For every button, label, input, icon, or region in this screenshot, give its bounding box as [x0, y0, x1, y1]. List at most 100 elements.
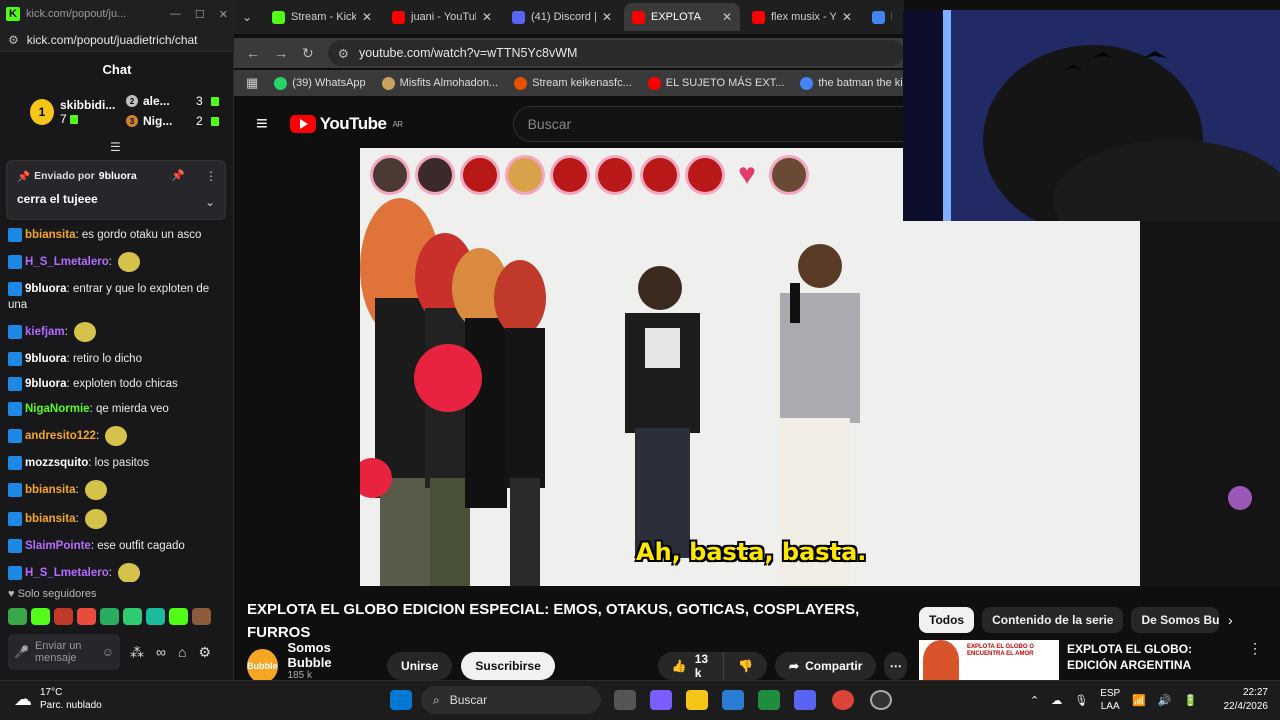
windows-start-icon[interactable]	[390, 690, 412, 710]
related-video[interactable]: EXPLOTA EL GLOBO O ENCUENTRA EL AMOR EXP…	[919, 640, 1264, 680]
channel-name[interactable]: Somos Bubble	[288, 640, 369, 670]
taskbar-clock[interactable]: 22:27 22/4/2026	[1216, 686, 1269, 714]
emote-icon[interactable]	[31, 608, 50, 625]
word-icon[interactable]	[722, 690, 744, 710]
channel-watermark-icon[interactable]	[1228, 486, 1252, 510]
maximize-icon[interactable]: ☐	[195, 8, 205, 21]
tray-overflow-icon[interactable]: ⌃	[1030, 694, 1039, 707]
chips-next-chevron-icon[interactable]: ›	[1228, 612, 1233, 628]
volume-icon[interactable]: 🔊	[1158, 694, 1172, 707]
dislike-button[interactable]: 👎	[723, 652, 768, 680]
chat-username[interactable]: bbiansita	[25, 513, 75, 525]
task-view-icon[interactable]	[614, 690, 636, 710]
minimize-icon[interactable]: —	[170, 8, 181, 20]
language-indicator[interactable]: ESP LAA	[1100, 687, 1120, 713]
emote-icon[interactable]	[123, 608, 142, 625]
emote-icon[interactable]	[54, 608, 73, 625]
users-icon[interactable]: ⁂	[130, 644, 144, 661]
bookmark-item[interactable]: Stream keikenasfc...	[514, 76, 632, 90]
excel-icon[interactable]	[758, 690, 780, 710]
emote-icon[interactable]	[146, 608, 165, 625]
chat-username[interactable]: SlaimPointe	[25, 540, 91, 552]
tab-close-icon[interactable]: ✕	[722, 10, 732, 24]
weather-widget[interactable]: ☁ 17°C Parc. nublado	[14, 686, 102, 712]
kick-address-bar[interactable]: ⚙ kick.com/popout/juadietrich/chat	[0, 28, 234, 52]
more-options-icon[interactable]: ⋮	[205, 169, 217, 183]
emote-icon[interactable]	[100, 608, 119, 625]
browser-tab[interactable]: (41) Discord | ✕	[504, 3, 620, 31]
chat-username[interactable]: 9bluora	[25, 283, 67, 295]
chat-username[interactable]: NigaNormie	[25, 403, 90, 415]
apps-grid-icon[interactable]: ▦	[246, 75, 258, 91]
hamburger-menu-icon[interactable]: ≡	[234, 113, 290, 136]
related-video-thumbnail[interactable]: EXPLOTA EL GLOBO O ENCUENTRA EL AMOR	[919, 640, 1059, 680]
unpin-icon[interactable]: 📌	[171, 169, 185, 182]
tab-close-icon[interactable]: ✕	[482, 10, 492, 24]
chat-username[interactable]: H_S_Lmetalero	[25, 256, 109, 268]
reload-icon[interactable]: ↻	[302, 45, 314, 62]
filter-chip[interactable]: Todos	[919, 607, 975, 633]
chat-username[interactable]: andresito122	[25, 430, 96, 442]
filter-chip[interactable]: Contenido de la serie	[982, 607, 1124, 633]
store-icon[interactable]: ⌂	[178, 644, 186, 660]
file-explorer-icon[interactable]	[686, 690, 708, 710]
emote-icon[interactable]	[169, 608, 188, 625]
tab-close-icon[interactable]: ✕	[362, 10, 372, 24]
chat-username[interactable]: kiefjam	[25, 326, 65, 338]
tab-search-icon[interactable]: ⌄	[242, 10, 260, 24]
wifi-icon[interactable]: 📶	[1132, 694, 1146, 707]
chat-input[interactable]: 🎤 Enviar un mensaje ☺	[8, 634, 120, 670]
filter-chip[interactable]: De Somos Bubb	[1131, 607, 1220, 633]
chat-username[interactable]: bbiansita	[25, 484, 75, 496]
browser-tab[interactable]: juani - YouTube ✕	[384, 3, 500, 31]
browser-tab[interactable]: EXPLOTA ✕	[624, 3, 740, 31]
copilot-icon[interactable]	[650, 690, 672, 710]
chat-username[interactable]: mozzsquito	[25, 457, 88, 469]
tab-close-icon[interactable]: ✕	[842, 10, 852, 24]
youtube-search-input[interactable]: Buscar	[512, 106, 904, 142]
mic-tray-icon[interactable]: 🎙	[1074, 694, 1088, 707]
subscribe-button[interactable]: Suscribirse	[461, 652, 555, 680]
chat-username[interactable]: bbiansita	[25, 229, 75, 241]
onedrive-icon[interactable]: ☁	[1051, 694, 1062, 707]
bookmark-item[interactable]: the batman the killi...	[800, 76, 904, 90]
infinity-icon[interactable]: ∞	[156, 644, 166, 660]
leaderboard-entry-2[interactable]: 2 ale... 3	[126, 94, 219, 108]
join-button[interactable]: Unirse	[387, 652, 453, 680]
more-actions-button[interactable]: ⋯	[884, 652, 907, 680]
microphone-icon[interactable]: 🎤	[14, 645, 29, 659]
settings-gear-icon[interactable]: ⚙	[198, 644, 211, 661]
taskbar-search[interactable]: ⌕ Buscar	[421, 686, 601, 714]
browser-tab[interactable]: kim	[864, 3, 900, 31]
bookmark-item[interactable]: (39) WhatsApp	[274, 76, 366, 90]
address-bar[interactable]: ⚙ youtube.com/watch?v=wTTN5Yc8vWM	[327, 40, 904, 66]
chat-username[interactable]: 9bluora	[25, 353, 67, 365]
emoji-icon[interactable]: ☺	[102, 645, 114, 659]
browser-tab[interactable]: flex musix - Yo ✕	[744, 3, 860, 31]
chat-username[interactable]: H_S_Lmetalero	[25, 567, 109, 579]
related-more-icon[interactable]: ⋮	[1248, 640, 1264, 680]
tab-close-icon[interactable]: ✕	[602, 10, 612, 24]
obs-icon[interactable]	[870, 690, 892, 710]
channel-avatar[interactable]: Bubble	[247, 649, 278, 683]
bookmark-item[interactable]: EL SUJETO MÁS EXT...	[647, 76, 784, 90]
chrome-icon[interactable]	[832, 690, 854, 710]
like-button[interactable]: 👍 13 k	[657, 652, 724, 680]
site-info-icon[interactable]: ⚙	[338, 46, 349, 61]
leaderboard-entry-3[interactable]: 3 Nig... 2	[126, 114, 219, 128]
leaderboard-entry-1[interactable]: 1 skibbidi... 7	[30, 98, 115, 126]
discord-icon[interactable]	[794, 690, 816, 710]
chat-username[interactable]: 9bluora	[25, 378, 67, 390]
emote-icon[interactable]	[192, 608, 211, 625]
bookmark-item[interactable]: Misfits Almohadon...	[381, 76, 498, 90]
share-button[interactable]: ➦ Compartir	[775, 652, 877, 680]
site-settings-icon[interactable]: ⚙	[8, 33, 19, 47]
chevron-down-icon[interactable]: ⌄	[205, 195, 215, 209]
browser-tab[interactable]: Stream - Kick ✕	[264, 3, 380, 31]
leaderboard-expand-icon[interactable]: ☰	[110, 140, 121, 154]
close-icon[interactable]: ✕	[219, 8, 228, 21]
emote-icon[interactable]	[77, 608, 96, 625]
battery-icon[interactable]: 🔋	[1184, 694, 1198, 707]
emote-icon[interactable]	[8, 608, 27, 625]
youtube-logo[interactable]: YouTube AR	[289, 114, 403, 134]
